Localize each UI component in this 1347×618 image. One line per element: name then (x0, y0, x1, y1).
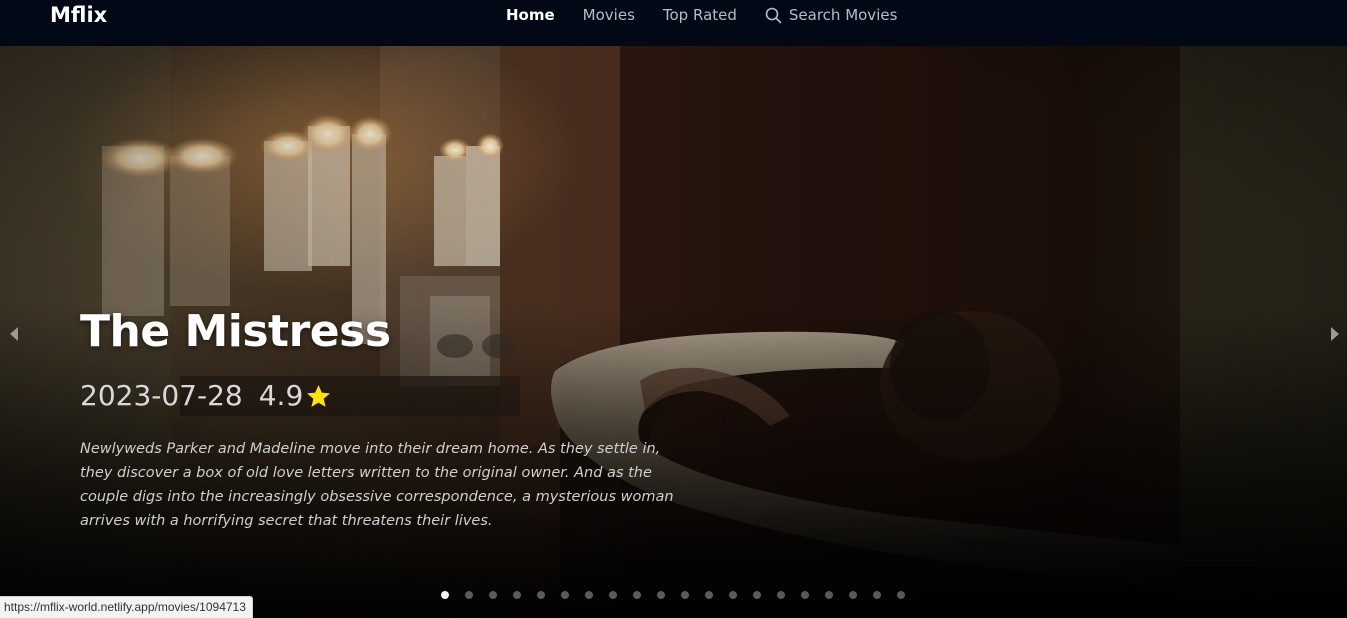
search-label: Search Movies (788, 6, 898, 24)
carousel-dot[interactable] (657, 591, 665, 599)
carousel-dot[interactable] (441, 591, 449, 599)
hero-carousel: The Mistress 2023-07-28 4.9 Newlyweds Pa… (0, 46, 1347, 617)
carousel-dot[interactable] (849, 591, 857, 599)
carousel-dot[interactable] (825, 591, 833, 599)
search-icon (765, 7, 782, 23)
carousel-dot[interactable] (561, 591, 569, 599)
chevron-left-icon (10, 327, 18, 341)
carousel-dot[interactable] (681, 591, 689, 599)
carousel-dot[interactable] (729, 591, 737, 599)
carousel-dot[interactable] (897, 591, 905, 599)
movie-overview: Newlyweds Parker and Madeline move into … (80, 441, 674, 529)
carousel-dot[interactable] (585, 591, 593, 599)
nav-links: Home Movies Top Rated Search Movies (506, 5, 897, 25)
carousel-dot[interactable] (513, 591, 521, 599)
top-navbar: Mflix Home Movies Top Rated Search Movie… (0, 0, 1347, 46)
carousel-dot[interactable] (489, 591, 497, 599)
chevron-right-icon (1331, 327, 1339, 341)
carousel-dot[interactable] (777, 591, 785, 599)
movie-title: The Mistress (80, 306, 391, 357)
nav-home-link[interactable]: Home (506, 5, 555, 25)
carousel-dot[interactable] (465, 591, 473, 599)
release-date: 2023-07-28 (80, 379, 243, 412)
carousel-dot[interactable] (609, 591, 617, 599)
carousel-dot[interactable] (873, 591, 881, 599)
carousel-dot[interactable] (537, 591, 545, 599)
carousel-dot[interactable] (801, 591, 809, 599)
brand-logo[interactable]: Mflix (50, 2, 107, 28)
carousel-indicators (441, 591, 921, 599)
nav-top-rated-link[interactable]: Top Rated (663, 5, 737, 25)
carousel-dot[interactable] (633, 591, 641, 599)
carousel-prev-button[interactable] (2, 320, 26, 348)
rating-value: 4.9 (258, 379, 304, 412)
status-bar-url: https://mflix-world.netlify.app/movies/1… (0, 596, 253, 618)
nav-search-link[interactable]: Search Movies (765, 5, 898, 25)
carousel-next-button[interactable] (1323, 320, 1347, 348)
nav-movies-link[interactable]: Movies (583, 5, 635, 25)
movie-meta: 2023-07-28 4.9 (80, 376, 332, 416)
carousel-dot[interactable] (705, 591, 713, 599)
carousel-dot[interactable] (753, 591, 761, 599)
star-icon (307, 384, 331, 407)
